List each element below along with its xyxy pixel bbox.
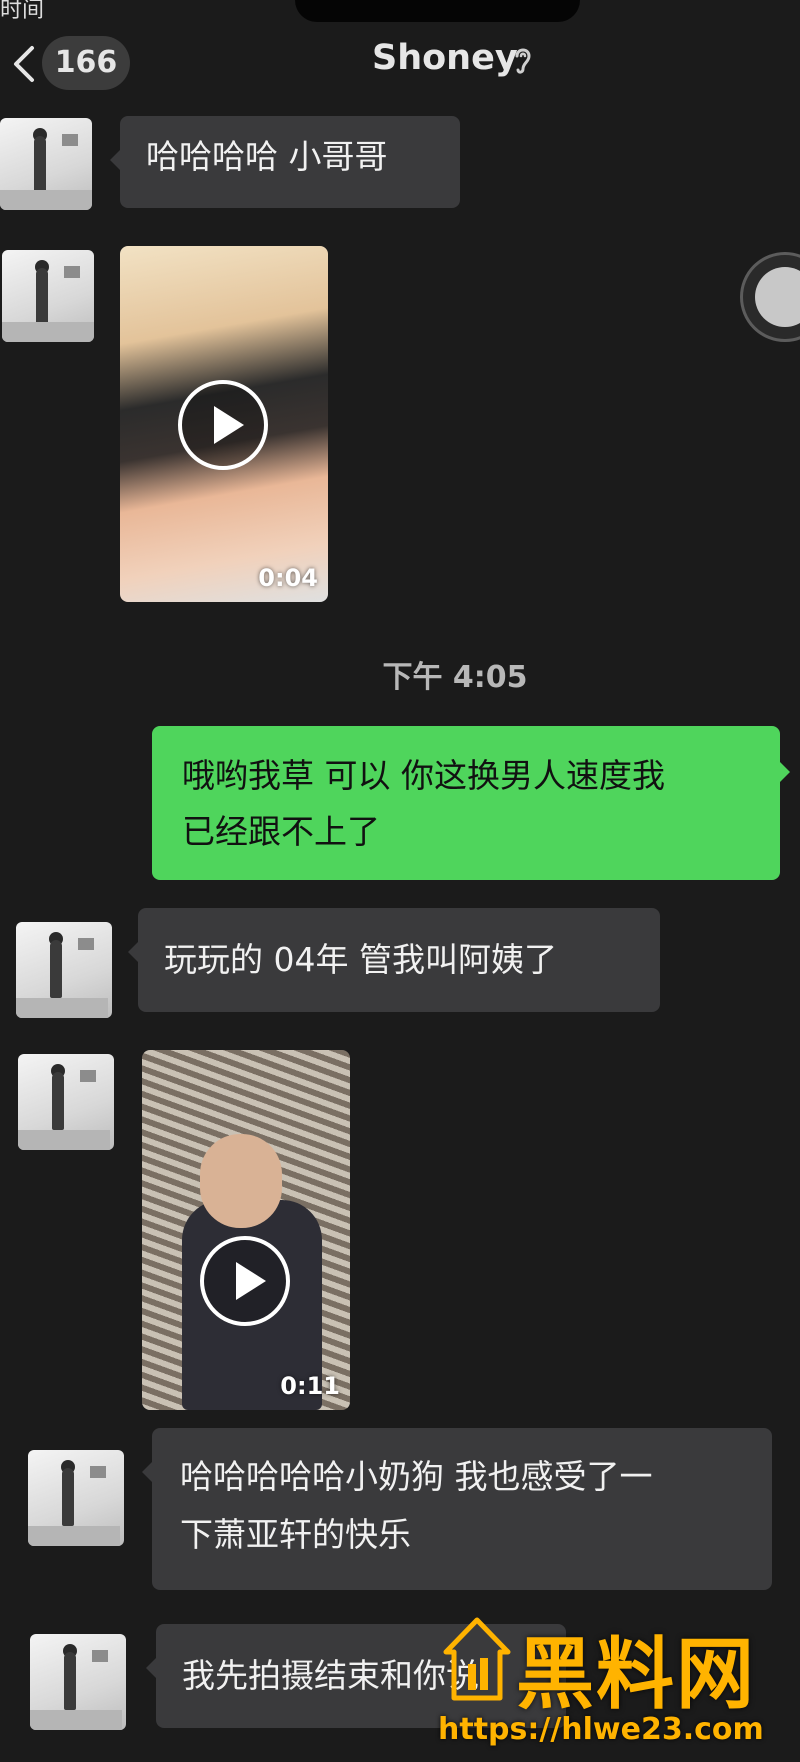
watermark-url: https://hlwe23.com — [438, 1712, 764, 1747]
house-logo-icon — [443, 1617, 511, 1701]
unread-count-badge[interactable]: 166 — [42, 36, 130, 90]
message-bubble-incoming[interactable]: 哈哈哈哈哈小奶狗 我也感受了一 下萧亚轩的快乐 — [142, 1428, 772, 1590]
message-text-line: 哦哟我草 可以 你这换男人速度我 — [182, 756, 665, 795]
ear-icon — [515, 48, 531, 74]
message-timestamp: 下午 4:05 — [382, 660, 528, 695]
contact-avatar[interactable] — [16, 922, 112, 1018]
watermark-overlay: 黑料网 https://hlwe23.com — [438, 1612, 800, 1762]
play-icon[interactable] — [200, 1236, 290, 1326]
video-message[interactable]: 0:11 — [142, 1050, 350, 1410]
message-bubble-incoming[interactable]: 玩玩的 04年 管我叫阿姨了 — [128, 908, 660, 1012]
message-text-line: 已经跟不上了 — [182, 812, 380, 851]
contact-avatar[interactable] — [0, 118, 92, 210]
video-duration: 0:04 — [258, 564, 318, 592]
message-text: 玩玩的 04年 管我叫阿姨了 — [164, 940, 557, 979]
video-thumbnail-face — [200, 1134, 282, 1228]
message-text-line: 哈哈哈哈哈小奶狗 我也感受了一 — [180, 1457, 653, 1496]
message-bubble-outgoing[interactable]: 哦哟我草 可以 你这换男人速度我 已经跟不上了 — [152, 726, 790, 880]
play-icon[interactable] — [178, 380, 268, 470]
floating-assistive-button[interactable] — [740, 252, 800, 342]
chevron-left-icon[interactable] — [10, 44, 40, 84]
contact-avatar[interactable] — [18, 1054, 114, 1150]
message-text-line: 下萧亚轩的快乐 — [180, 1515, 411, 1554]
message-bubble-incoming[interactable]: 哈哈哈哈 小哥哥 — [110, 116, 460, 208]
chat-title[interactable]: Shoney — [372, 38, 518, 78]
contact-avatar[interactable] — [2, 250, 94, 342]
phone-notch — [295, 0, 580, 22]
contact-avatar[interactable] — [28, 1450, 124, 1546]
message-text: 哈哈哈哈 小哥哥 — [146, 137, 388, 176]
message-text: 我先拍摄结束和你说 — [182, 1656, 479, 1695]
watermark-title: 黑料网 — [516, 1630, 757, 1720]
status-bar-fragment: 时间 — [0, 0, 45, 23]
contact-avatar[interactable] — [30, 1634, 126, 1730]
video-message[interactable]: 0:04 — [120, 246, 328, 602]
video-duration: 0:11 — [280, 1372, 340, 1400]
